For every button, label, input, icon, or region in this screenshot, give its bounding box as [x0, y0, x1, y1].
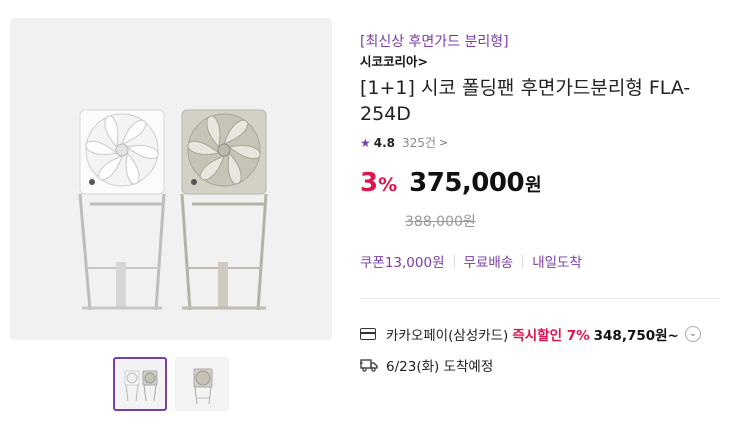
- rating-link[interactable]: ★ 4.8 325건 >: [360, 134, 448, 151]
- truck-icon: [360, 359, 378, 372]
- product-title: [1+1] 시코 폴딩팬 후면가드분리형 FLA-254D: [360, 77, 691, 125]
- thumbnail-fan-pair-image: [124, 370, 158, 402]
- sale-price: 375,000: [409, 168, 525, 198]
- divider: [453, 255, 455, 267]
- original-price: 388,000원: [405, 214, 476, 230]
- discount-rate: 3: [360, 168, 379, 198]
- chevron-right-icon: >: [417, 54, 428, 69]
- card-icon: [360, 328, 376, 340]
- star-icon: ★: [360, 135, 371, 150]
- promo-tag: [최신상 후면가드 분리형]: [360, 34, 509, 50]
- thumbnail-single-fan[interactable]: [175, 357, 229, 411]
- delivery-date: 6/23(화) 도착예정: [386, 359, 494, 375]
- payment-method: 카카오페이(삼성카드): [386, 328, 509, 344]
- rating-score: 4.8: [373, 135, 396, 150]
- payment-price: 348,750원~: [593, 328, 679, 344]
- chevron-down-icon[interactable]: ⌄: [684, 326, 701, 342]
- benefit-tags: 쿠폰13,000원 무료배송 내일도착: [360, 251, 582, 271]
- next-day-delivery-benefit: 내일도착: [532, 255, 582, 271]
- fan-pair-illustration: [78, 109, 268, 311]
- review-count: 325건: [402, 136, 436, 150]
- coupon-benefit[interactable]: 쿠폰13,000원: [360, 251, 445, 271]
- main-product-image[interactable]: [10, 18, 332, 340]
- thumbnail-two-fans[interactable]: [113, 357, 167, 411]
- discount-percent-sign: %: [378, 174, 398, 196]
- currency-unit: 원: [525, 175, 542, 196]
- chevron-right-icon: >: [438, 136, 449, 149]
- free-shipping-benefit: 무료배송: [463, 255, 514, 271]
- instant-discount: 즉시할인 7%: [512, 328, 590, 344]
- brand-link[interactable]: 시코코리아>: [360, 51, 428, 70]
- price-row: 3 % 375,000 원: [360, 168, 542, 198]
- delivery-estimate: 6/23(화) 도착예정: [360, 355, 493, 375]
- thumbnail-single-fan-image: [193, 368, 213, 405]
- divider: [522, 255, 524, 267]
- section-divider: [360, 298, 720, 299]
- brand-name: 시코코리아: [360, 54, 418, 69]
- payment-offer[interactable]: 카카오페이(삼성카드) 즉시할인 7% 348,750원~ ⌄: [360, 324, 701, 344]
